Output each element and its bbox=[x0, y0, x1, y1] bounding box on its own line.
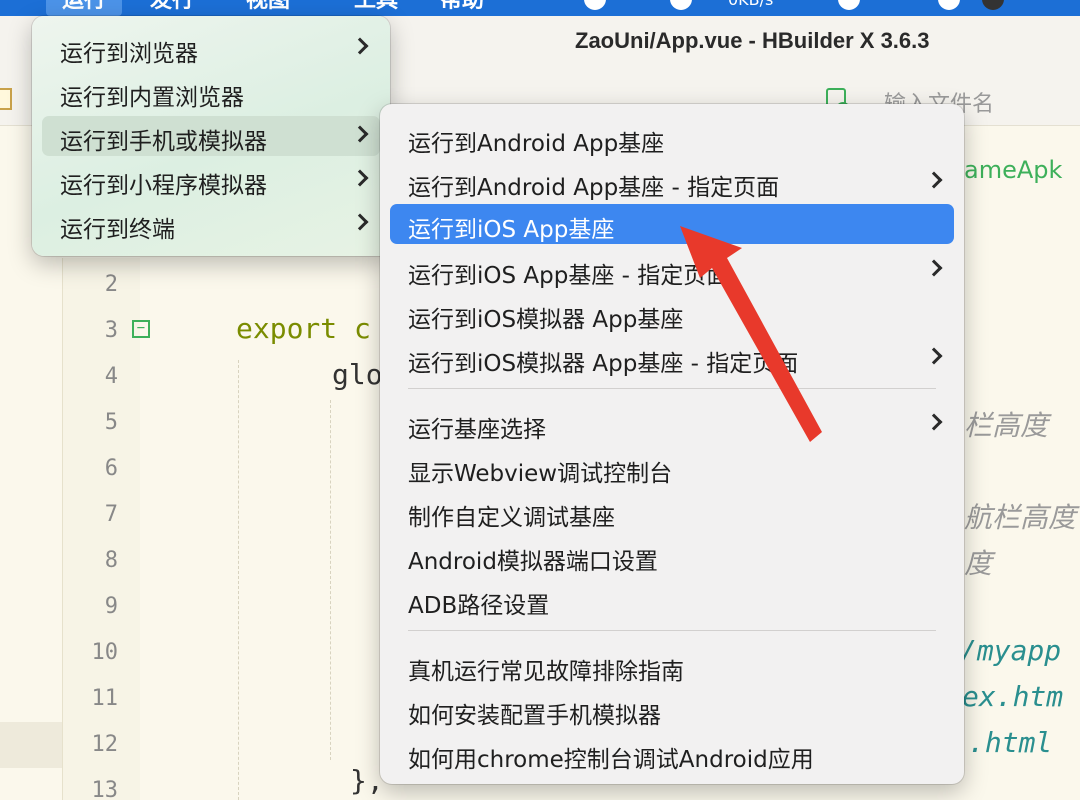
annotation-arrow-icon bbox=[680, 226, 822, 442]
annotation-arrow-shape bbox=[680, 226, 822, 442]
